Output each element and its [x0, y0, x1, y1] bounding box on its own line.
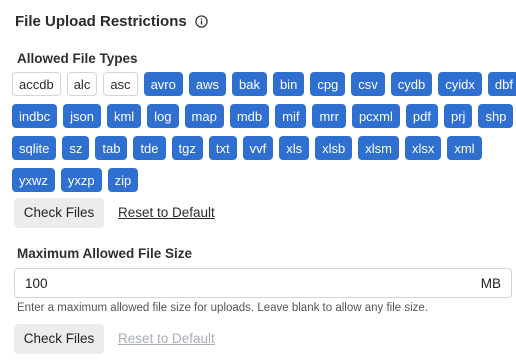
file-type-chip-tde[interactable]: tde — [133, 136, 166, 160]
reset-size-link: Reset to Default — [118, 331, 215, 346]
file-type-chip-tgz[interactable]: tgz — [171, 136, 203, 160]
file-type-chip-aws[interactable]: aws — [188, 72, 226, 96]
file-type-row-3: sqlite sz tab tde tgz txt vvf xls xlsb xlsm xlsx xm… — [12, 136, 482, 160]
max-file-size-input[interactable]: 100 MB — [14, 268, 512, 298]
file-type-chip-kml[interactable]: kml — [106, 104, 142, 128]
file-type-chip-shp[interactable]: shp — [478, 104, 514, 128]
file-type-chip-xlsb[interactable]: xlsb — [315, 136, 353, 160]
file-type-chip-alc[interactable]: alc — [66, 72, 98, 96]
check-files-size-button[interactable]: Check Files — [14, 324, 104, 354]
file-type-chip-bak[interactable]: bak — [231, 72, 267, 96]
file-type-chip-tab[interactable]: tab — [95, 136, 128, 160]
file-type-chip-avro[interactable]: avro — [143, 72, 183, 96]
file-type-chip-indbc[interactable]: indbc — [12, 104, 58, 128]
file-type-row-2: indbc json kml log map mdb mif mrr pcxml pdf prj sh… — [12, 104, 514, 128]
file-type-chip-cpg[interactable]: cpg — [310, 72, 346, 96]
file-type-chip-cydb[interactable]: cydb — [390, 72, 433, 96]
info-icon[interactable] — [195, 15, 208, 28]
file-type-chip-sz[interactable]: sz — [62, 136, 90, 160]
page-title: File Upload Restrictions — [15, 13, 187, 30]
file-type-chip-yxzp[interactable]: yxzp — [60, 168, 102, 192]
file-type-chip-zip[interactable]: zip — [107, 168, 139, 192]
file-type-row-4: yxwz yxzp zip — [12, 168, 139, 192]
file-type-chip-json[interactable]: json — [63, 104, 101, 128]
file-type-row-1: accdb alc asc avro aws bak bin cpg csv cydb cyidx d… — [12, 72, 516, 96]
file-type-chip-txt[interactable]: txt — [208, 136, 237, 160]
file-type-chip-asc[interactable]: asc — [103, 72, 138, 96]
file-type-chip-mrr[interactable]: mrr — [312, 104, 346, 128]
reset-file-types-link[interactable]: Reset to Default — [118, 205, 215, 220]
file-type-chip-log[interactable]: log — [147, 104, 179, 128]
file-type-chip-mif[interactable]: mif — [275, 104, 307, 128]
file-type-chip-bin[interactable]: bin — [272, 72, 305, 96]
file-type-chip-yxwz[interactable]: yxwz — [12, 168, 55, 192]
file-type-chip-prj[interactable]: prj — [443, 104, 473, 128]
file-type-chip-xlsm[interactable]: xlsm — [358, 136, 399, 160]
max-file-size-value[interactable]: 100 — [25, 276, 48, 291]
file-type-chip-vvf[interactable]: vvf — [242, 136, 274, 160]
allowed-file-types-label: Allowed File Types — [17, 51, 138, 66]
file-type-chip-xls[interactable]: xls — [279, 136, 310, 160]
max-file-size-label: Maximum Allowed File Size — [17, 246, 193, 261]
file-type-chip-xlsx[interactable]: xlsx — [404, 136, 442, 160]
max-size-help-text: Enter a maximum allowed file size for up… — [17, 302, 429, 314]
section-title: File Upload Restrictions — [15, 13, 208, 30]
file-type-chip-mdb[interactable]: mdb — [229, 104, 270, 128]
file-type-chip-xml[interactable]: xml — [447, 136, 482, 160]
file-type-chip-map[interactable]: map — [184, 104, 224, 128]
file-type-chip-dbf[interactable]: dbf — [487, 72, 516, 96]
file-type-chip-accdb[interactable]: accdb — [12, 72, 61, 96]
file-type-chip-pdf[interactable]: pdf — [405, 104, 438, 128]
file-type-chip-pcxml[interactable]: pcxml — [351, 104, 400, 128]
file-type-chip-sqlite[interactable]: sqlite — [12, 136, 57, 160]
file-type-chip-cyidx[interactable]: cyidx — [438, 72, 482, 96]
check-files-button[interactable]: Check Files — [14, 198, 104, 228]
file-type-chip-csv[interactable]: csv — [351, 72, 385, 96]
size-unit-label: MB — [480, 275, 501, 291]
